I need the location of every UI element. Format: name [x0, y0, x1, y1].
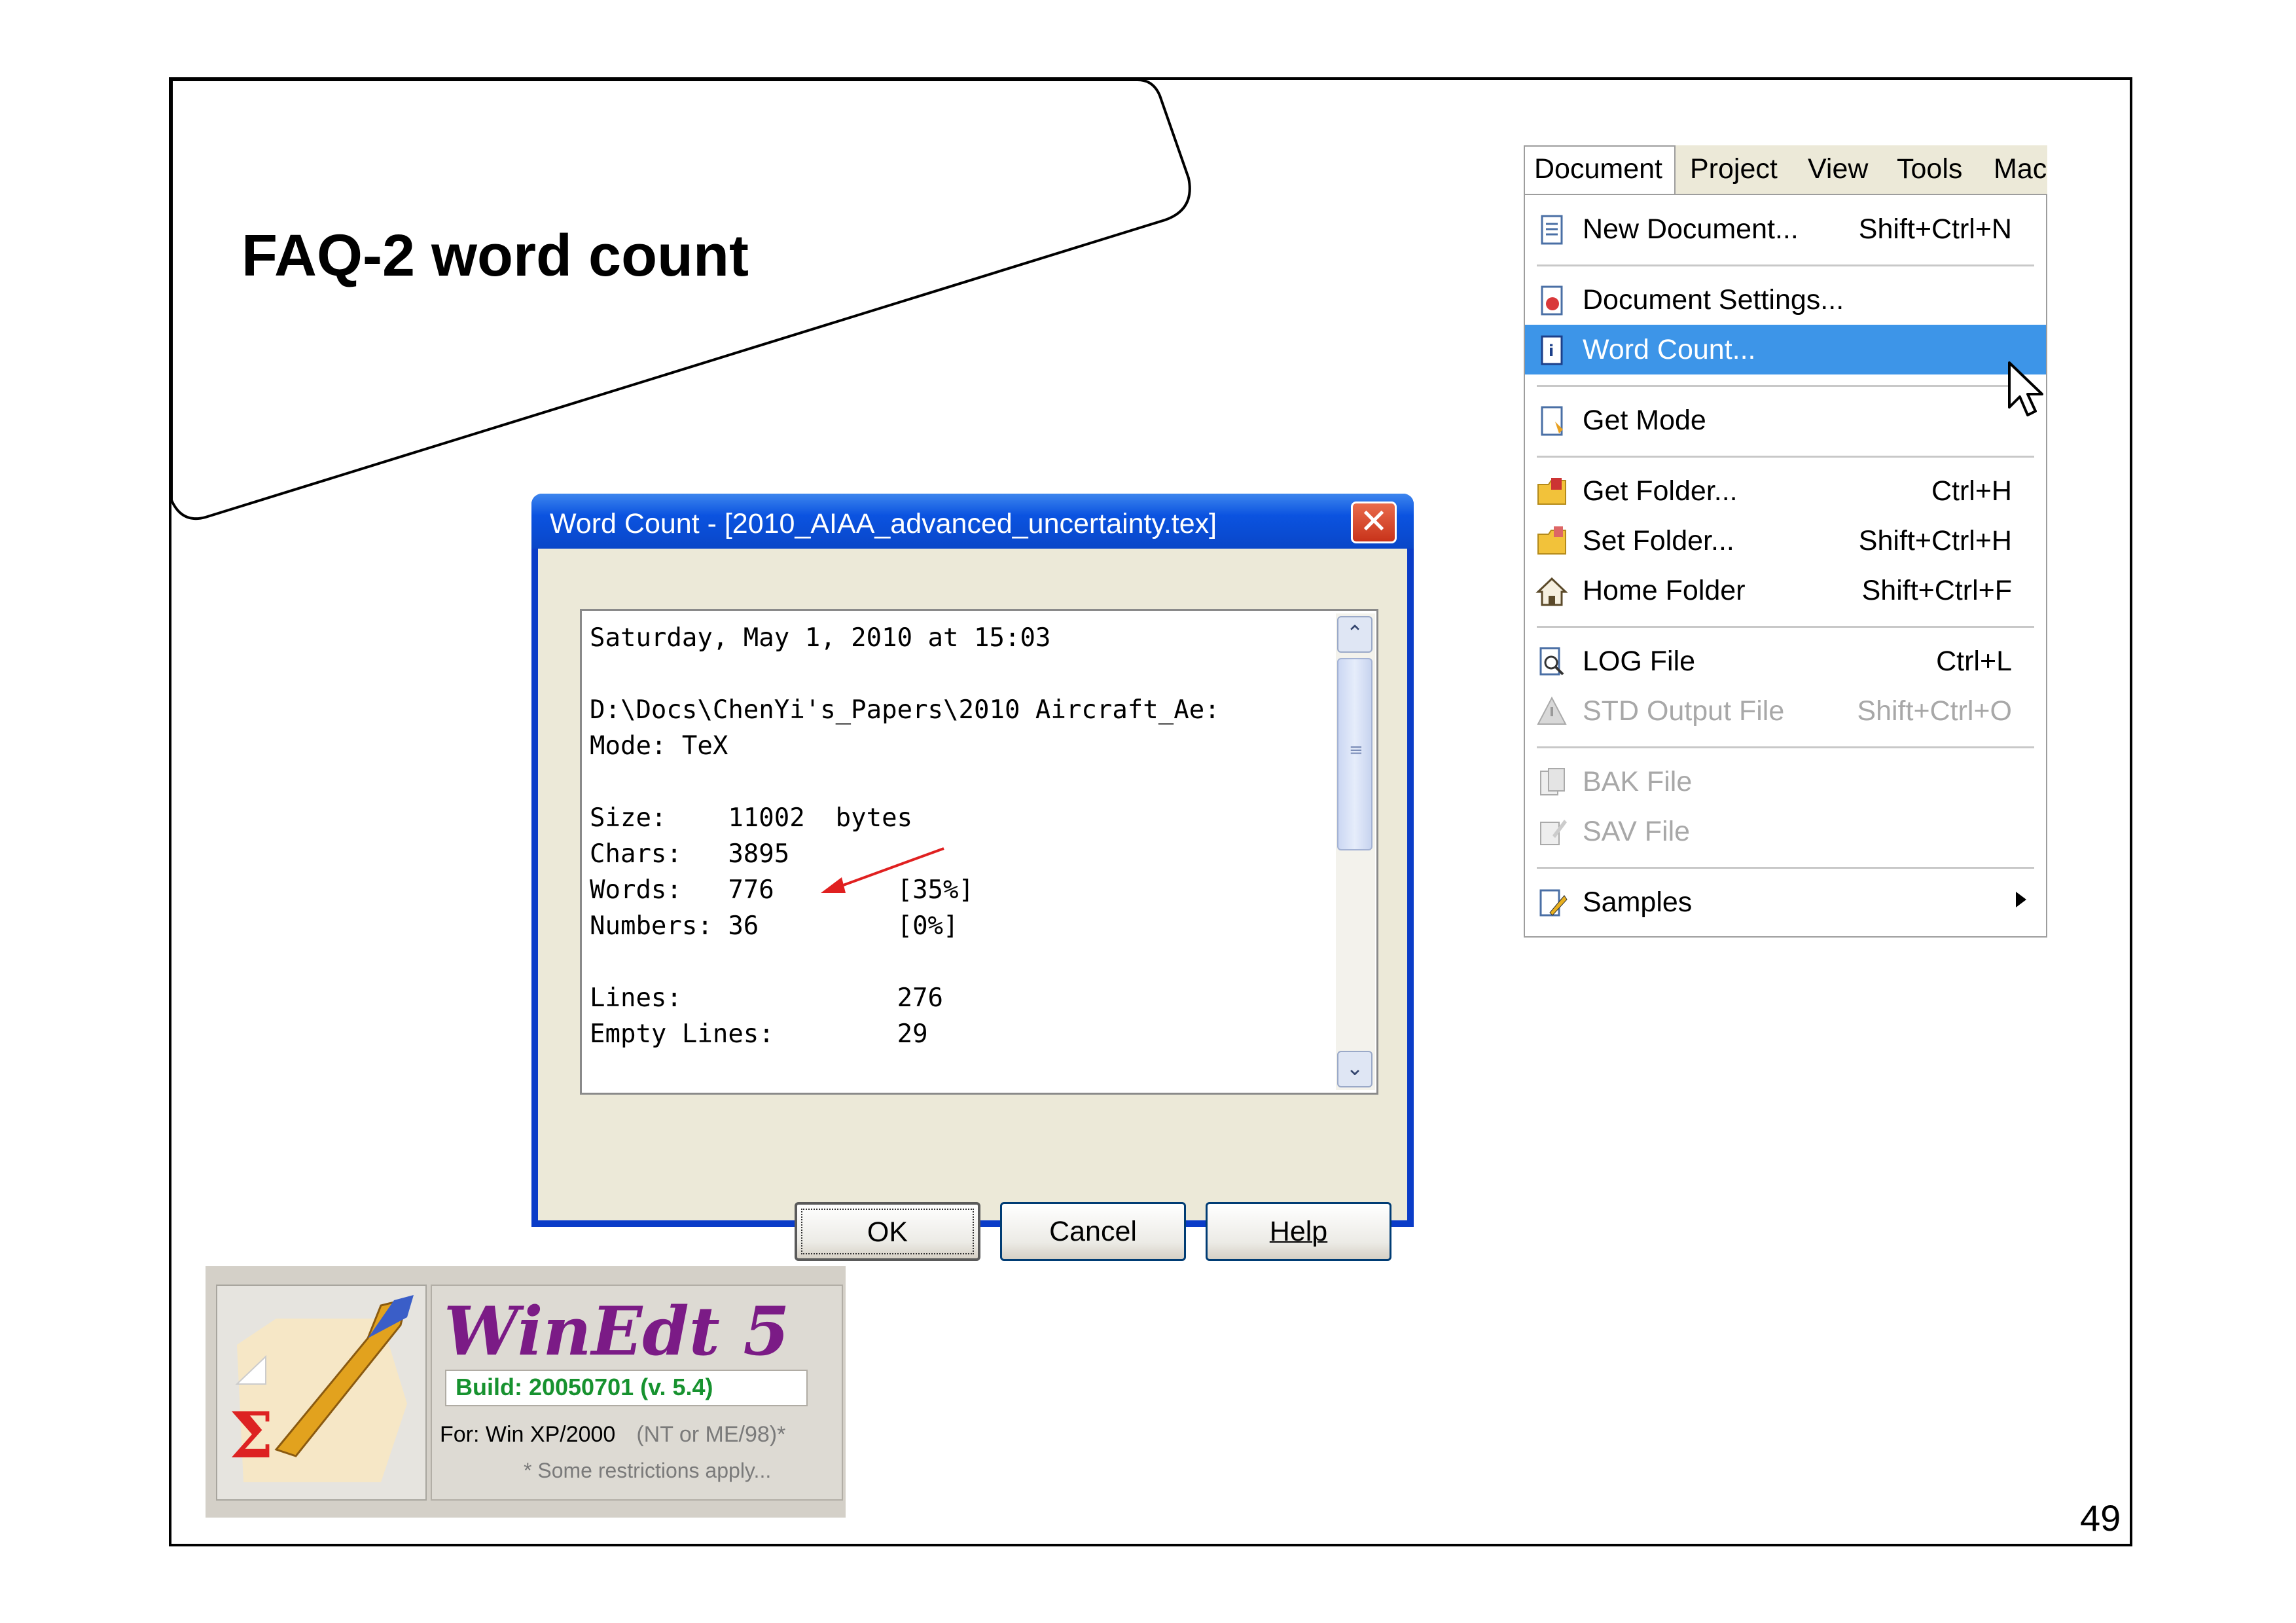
- word-count-dialog: Word Count - [2010_AIAA_advanced_uncerta…: [531, 494, 1414, 1261]
- menu-item-std-output-file[interactable]: STD Output File Shift+Ctrl+O: [1525, 686, 2046, 736]
- report-line: Size: 11002 bytes: [590, 803, 913, 833]
- menu-item-document-settings[interactable]: Document Settings...: [1525, 275, 2046, 325]
- menu-item-set-folder[interactable]: Set Folder... Shift+Ctrl+H: [1525, 516, 2046, 566]
- report-line: [590, 944, 1316, 980]
- report-line: Mode: TeX: [590, 731, 728, 761]
- report-line: [590, 764, 1316, 800]
- report-line: Words: 776 [35%]: [590, 875, 974, 905]
- word-count-report[interactable]: Saturday, May 1, 2010 at 15:03 D:\Docs\C…: [580, 609, 1378, 1095]
- report-line: Numbers: 36 [0%]: [590, 911, 959, 941]
- std-output-icon: [1537, 696, 1567, 725]
- scrollbar-thumb[interactable]: ≡: [1337, 658, 1372, 850]
- menubar-macros[interactable]: Mac: [1994, 153, 2047, 185]
- winedt-product-name: WinEdt 5: [444, 1292, 790, 1371]
- menu-item-sav-file[interactable]: SAV File: [1525, 807, 2046, 856]
- build-text: Build: 20050701 (v. 5.4): [456, 1374, 713, 1400]
- menu-item-bak-file[interactable]: BAK File: [1525, 757, 2046, 807]
- get-mode-icon: [1541, 406, 1563, 436]
- dialog-body: Saturday, May 1, 2010 at 15:03 D:\Docs\C…: [538, 549, 1407, 1261]
- samples-icon: [1539, 889, 1568, 917]
- page-number: 49: [2080, 1497, 2121, 1539]
- menu-item-get-folder[interactable]: Get Folder... Ctrl+H: [1525, 466, 2046, 516]
- report-line: Lines: 276: [590, 983, 944, 1013]
- slide-title: FAQ-2 word count: [242, 223, 749, 289]
- document-dropdown: New Document... Shift+Ctrl+N Document Se…: [1524, 194, 2047, 938]
- dialog-titlebar[interactable]: Word Count - [2010_AIAA_advanced_uncerta…: [531, 494, 1414, 549]
- report-text: Saturday, May 1, 2010 at 15:03 D:\Docs\C…: [590, 620, 1316, 1052]
- document-menu: Document Project View Tools Mac New Docu…: [1524, 145, 2047, 938]
- report-line: [590, 656, 1316, 692]
- word-count-icon: i: [1541, 335, 1563, 365]
- submenu-arrow-icon: [2016, 892, 2026, 907]
- menu-separator: [1537, 746, 2034, 748]
- build-info-box: Build: 20050701 (v. 5.4): [445, 1370, 808, 1406]
- menu-separator: [1537, 626, 2034, 628]
- set-folder-icon: [1537, 526, 1566, 555]
- svg-text:Σ: Σ: [229, 1398, 274, 1472]
- grip-icon: ≡: [1349, 740, 1363, 760]
- scroll-up-arrow-icon[interactable]: ⌃: [1337, 616, 1372, 653]
- report-line: Chars: 3895: [590, 839, 790, 869]
- log-file-icon: [1539, 647, 1564, 676]
- mouse-cursor-icon: [2008, 361, 2043, 416]
- menubar-tools[interactable]: Tools: [1897, 153, 1962, 185]
- close-icon[interactable]: ✕: [1351, 501, 1397, 543]
- scroll-down-arrow-icon[interactable]: ⌄: [1337, 1051, 1372, 1087]
- menubar-project[interactable]: Project: [1690, 153, 1778, 185]
- menubar-view[interactable]: View: [1808, 153, 1868, 185]
- winedt-about-panel: Σ WinEdt 5 Build: 20050701 (v. 5.4) For:…: [206, 1266, 846, 1518]
- home-folder-icon: [1535, 577, 1568, 606]
- get-folder-icon: [1537, 478, 1566, 505]
- menu-item-samples[interactable]: Samples: [1525, 877, 2046, 927]
- menu-item-new-document[interactable]: New Document... Shift+Ctrl+N: [1525, 204, 2046, 254]
- quill-pen-icon: Σ: [229, 1295, 414, 1482]
- winedt-logo-icon: Σ: [216, 1285, 427, 1501]
- menu-separator: [1537, 867, 2034, 869]
- report-line: Empty Lines: 29: [590, 1019, 928, 1049]
- sav-file-icon: [1540, 820, 1567, 845]
- menubar: Document Project View Tools Mac: [1524, 145, 2047, 195]
- menu-item-home-folder[interactable]: Home Folder Shift+Ctrl+F: [1525, 566, 2046, 615]
- menu-separator: [1537, 456, 2034, 458]
- help-button[interactable]: Help: [1206, 1202, 1391, 1261]
- menu-item-get-mode[interactable]: Get Mode: [1525, 395, 2046, 445]
- menu-separator: [1537, 385, 2034, 387]
- ok-button[interactable]: OK: [795, 1202, 980, 1261]
- menu-item-word-count[interactable]: i Word Count...: [1525, 325, 2046, 374]
- menu-item-log-file[interactable]: LOG File Ctrl+L: [1525, 636, 2046, 686]
- winedt-info: WinEdt 5 Build: 20050701 (v. 5.4) For: W…: [431, 1285, 843, 1501]
- report-line: D:\Docs\ChenYi's_Papers\2010 Aircraft_Ae…: [590, 695, 1220, 725]
- menubar-document[interactable]: Document: [1524, 145, 1676, 195]
- new-document-icon: [1541, 215, 1563, 245]
- platform-line: For: Win XP/2000 (NT or ME/98)*: [440, 1422, 786, 1447]
- document-settings-icon: [1541, 285, 1563, 316]
- restrictions-note: * Some restrictions apply...: [524, 1459, 772, 1482]
- report-line: Saturday, May 1, 2010 at 15:03: [590, 623, 1051, 653]
- bak-file-icon: [1540, 768, 1565, 795]
- cancel-button[interactable]: Cancel: [1000, 1202, 1186, 1261]
- dialog-title: Word Count - [2010_AIAA_advanced_uncerta…: [550, 508, 1217, 539]
- vertical-scrollbar[interactable]: ⌃ ≡ ⌄: [1336, 613, 1375, 1090]
- svg-text:i: i: [1549, 342, 1554, 360]
- menu-separator: [1537, 264, 2034, 266]
